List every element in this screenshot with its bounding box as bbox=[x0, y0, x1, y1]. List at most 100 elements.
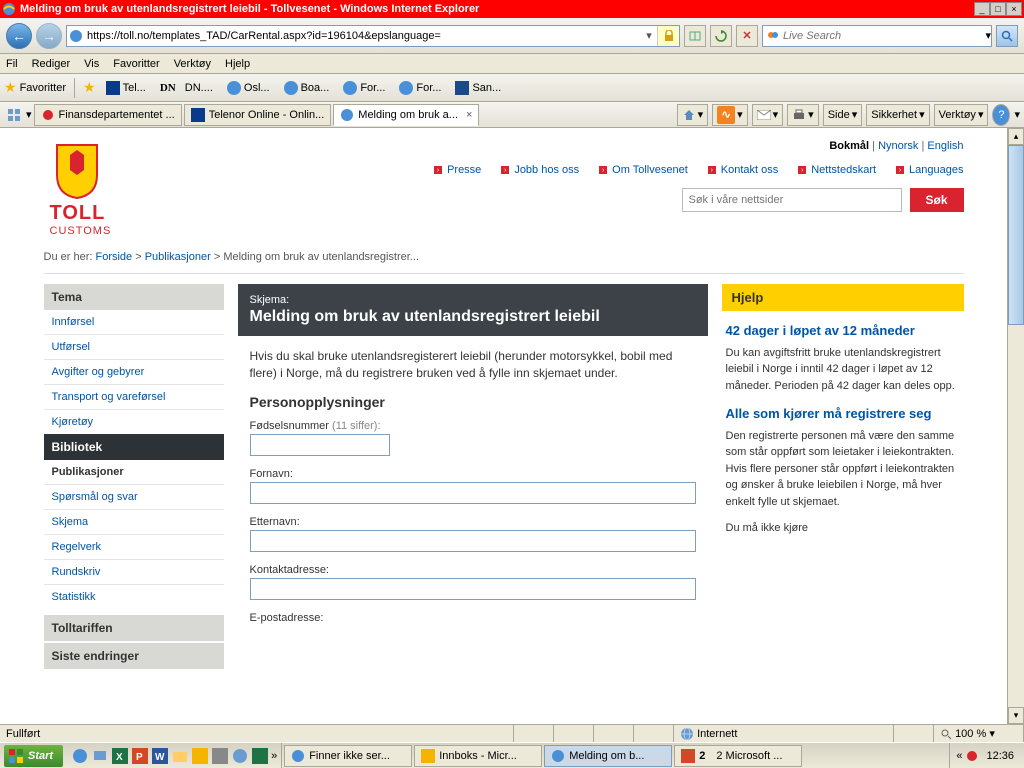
maximize-button[interactable]: □ bbox=[990, 2, 1006, 16]
forward-button[interactable]: → bbox=[36, 23, 62, 49]
back-button[interactable]: ← bbox=[6, 23, 32, 49]
ql-app-icon[interactable] bbox=[251, 747, 269, 765]
sidebar-item[interactable]: Statistikk bbox=[44, 584, 224, 609]
compat-view-button[interactable] bbox=[684, 25, 706, 47]
search-go-button[interactable] bbox=[996, 25, 1018, 47]
nav-presse[interactable]: ›Presse bbox=[434, 164, 481, 176]
home-button[interactable]: ▾ bbox=[677, 104, 709, 126]
menu-view[interactable]: Vis bbox=[84, 58, 99, 70]
nav-kontakt[interactable]: ›Kontakt oss bbox=[708, 164, 778, 176]
ql-app-icon[interactable] bbox=[231, 747, 249, 765]
scroll-track[interactable] bbox=[1008, 145, 1024, 707]
scroll-up-button[interactable]: ▴ bbox=[1008, 128, 1024, 145]
ql-desktop-icon[interactable] bbox=[91, 747, 109, 765]
ql-expand-icon[interactable]: » bbox=[271, 750, 277, 762]
input-kontaktadresse[interactable] bbox=[250, 578, 696, 600]
nav-nettstedskart[interactable]: ›Nettstedskart bbox=[798, 164, 876, 176]
sidebar-item[interactable]: Regelverk bbox=[44, 534, 224, 559]
tab-telenor[interactable]: Telenor Online - Onlin... bbox=[184, 104, 332, 126]
sidebar-item[interactable]: Transport og vareførsel bbox=[44, 384, 224, 409]
site-search-input[interactable] bbox=[682, 188, 902, 212]
scroll-down-button[interactable]: ▾ bbox=[1008, 707, 1024, 724]
rss-button[interactable]: ∿▾ bbox=[712, 104, 748, 126]
site-logo[interactable]: TOLL CUSTOMS bbox=[44, 136, 134, 237]
task-button[interactable]: 2 2 Microsoft ... bbox=[674, 745, 802, 767]
sidebar-item[interactable]: Avgifter og gebyrer bbox=[44, 359, 224, 384]
start-button[interactable]: Start bbox=[4, 745, 63, 767]
quick-tabs-dropdown[interactable]: ▾ bbox=[26, 108, 32, 121]
ql-powerpoint-icon[interactable]: P bbox=[131, 747, 149, 765]
close-button[interactable]: × bbox=[1006, 2, 1022, 16]
nav-languages[interactable]: ›Languages bbox=[896, 164, 963, 176]
menu-file[interactable]: Fil bbox=[6, 58, 18, 70]
bookmark-item[interactable]: For... bbox=[339, 79, 389, 97]
lang-english[interactable]: English bbox=[927, 140, 963, 152]
menu-help[interactable]: Hjelp bbox=[225, 58, 250, 70]
sidebar-item[interactable]: Skjema bbox=[44, 509, 224, 534]
print-button[interactable]: ▾ bbox=[787, 104, 819, 126]
tab-melding[interactable]: Melding om bruk a... × bbox=[333, 104, 479, 126]
ql-explorer-icon[interactable] bbox=[171, 747, 189, 765]
input-fornavn[interactable] bbox=[250, 482, 696, 504]
menu-favorites[interactable]: Favoritter bbox=[113, 58, 159, 70]
section-tolltariffen[interactable]: Tolltariffen bbox=[44, 615, 224, 641]
favorites-button[interactable]: ★ Favoritter bbox=[4, 79, 66, 96]
nav-om[interactable]: ›Om Tollvesenet bbox=[599, 164, 688, 176]
address-dropdown-icon[interactable]: ▾ bbox=[641, 29, 657, 42]
task-button-active[interactable]: Melding om b... bbox=[544, 745, 672, 767]
bookmark-item[interactable]: DN DN.... bbox=[156, 80, 217, 96]
tools-menu-button[interactable]: Verktøy ▾ bbox=[934, 104, 989, 126]
lang-nynorsk[interactable]: Nynorsk bbox=[878, 140, 918, 152]
section-siste[interactable]: Siste endringer bbox=[44, 643, 224, 669]
ql-word-icon[interactable]: W bbox=[151, 747, 169, 765]
task-button[interactable]: Innboks - Micr... bbox=[414, 745, 542, 767]
page-menu-button[interactable]: Side ▾ bbox=[823, 104, 863, 126]
clock[interactable]: 12:36 bbox=[982, 750, 1018, 762]
crumb-forside[interactable]: Forside bbox=[95, 251, 132, 263]
bookmark-item[interactable]: San... bbox=[451, 79, 505, 97]
quick-tabs-button[interactable] bbox=[4, 105, 24, 125]
zoom-cell[interactable]: 100 % ▾ bbox=[934, 725, 1024, 742]
input-etternavn[interactable] bbox=[250, 530, 696, 552]
ql-app-icon[interactable] bbox=[211, 747, 229, 765]
stop-button[interactable]: ✕ bbox=[736, 25, 758, 47]
vertical-scrollbar[interactable]: ▴ ▾ bbox=[1007, 128, 1024, 724]
ql-outlook-icon[interactable] bbox=[191, 747, 209, 765]
refresh-button[interactable] bbox=[710, 25, 732, 47]
menu-edit[interactable]: Rediger bbox=[32, 58, 71, 70]
address-input[interactable] bbox=[85, 30, 641, 42]
safety-menu-button[interactable]: Sikkerhet ▾ bbox=[866, 104, 929, 126]
add-favorite-icon[interactable]: ★ bbox=[83, 79, 96, 96]
crumb-publikasjoner[interactable]: Publikasjoner bbox=[145, 251, 211, 263]
ql-excel-icon[interactable]: X bbox=[111, 747, 129, 765]
search-dropdown-icon[interactable]: ▾ bbox=[985, 29, 991, 42]
browser-search-box[interactable]: ▾ bbox=[762, 25, 992, 47]
bookmark-item[interactable]: Boa... bbox=[280, 79, 334, 97]
scroll-thumb[interactable] bbox=[1008, 145, 1024, 325]
nav-jobb[interactable]: ›Jobb hos oss bbox=[501, 164, 579, 176]
bookmark-item[interactable]: Tel... bbox=[102, 79, 150, 97]
sidebar-item[interactable]: Innførsel bbox=[44, 310, 224, 334]
tab-finansdepartementet[interactable]: Finansdepartementet ... bbox=[34, 104, 182, 126]
ql-ie-icon[interactable] bbox=[71, 747, 89, 765]
sidebar-item[interactable]: Utførsel bbox=[44, 334, 224, 359]
tab-close-icon[interactable]: × bbox=[466, 109, 472, 121]
sidebar-item[interactable]: Spørsmål og svar bbox=[44, 484, 224, 509]
tray-expand-icon[interactable]: « bbox=[956, 750, 962, 762]
help-button[interactable]: ? bbox=[992, 104, 1010, 126]
bookmark-item[interactable]: For... bbox=[395, 79, 445, 97]
sidebar-item-active[interactable]: Publikasjoner bbox=[44, 460, 224, 484]
bookmark-item[interactable]: Osl... bbox=[223, 79, 274, 97]
address-bar[interactable]: ▾ bbox=[66, 25, 680, 47]
site-search-button[interactable]: Søk bbox=[910, 188, 964, 212]
menu-tools[interactable]: Verktøy bbox=[174, 58, 211, 70]
lang-bokmal[interactable]: Bokmål bbox=[829, 140, 869, 152]
sidebar-item[interactable]: Rundskriv bbox=[44, 559, 224, 584]
task-button[interactable]: Finner ikke ser... bbox=[284, 745, 412, 767]
browser-search-input[interactable] bbox=[783, 30, 985, 42]
sidebar-item[interactable]: Kjøretøy bbox=[44, 409, 224, 434]
tray-icon[interactable] bbox=[966, 750, 978, 762]
input-fodselsnummer[interactable] bbox=[250, 434, 390, 456]
minimize-button[interactable]: _ bbox=[974, 2, 990, 16]
mail-button[interactable]: ▾ bbox=[752, 104, 784, 126]
